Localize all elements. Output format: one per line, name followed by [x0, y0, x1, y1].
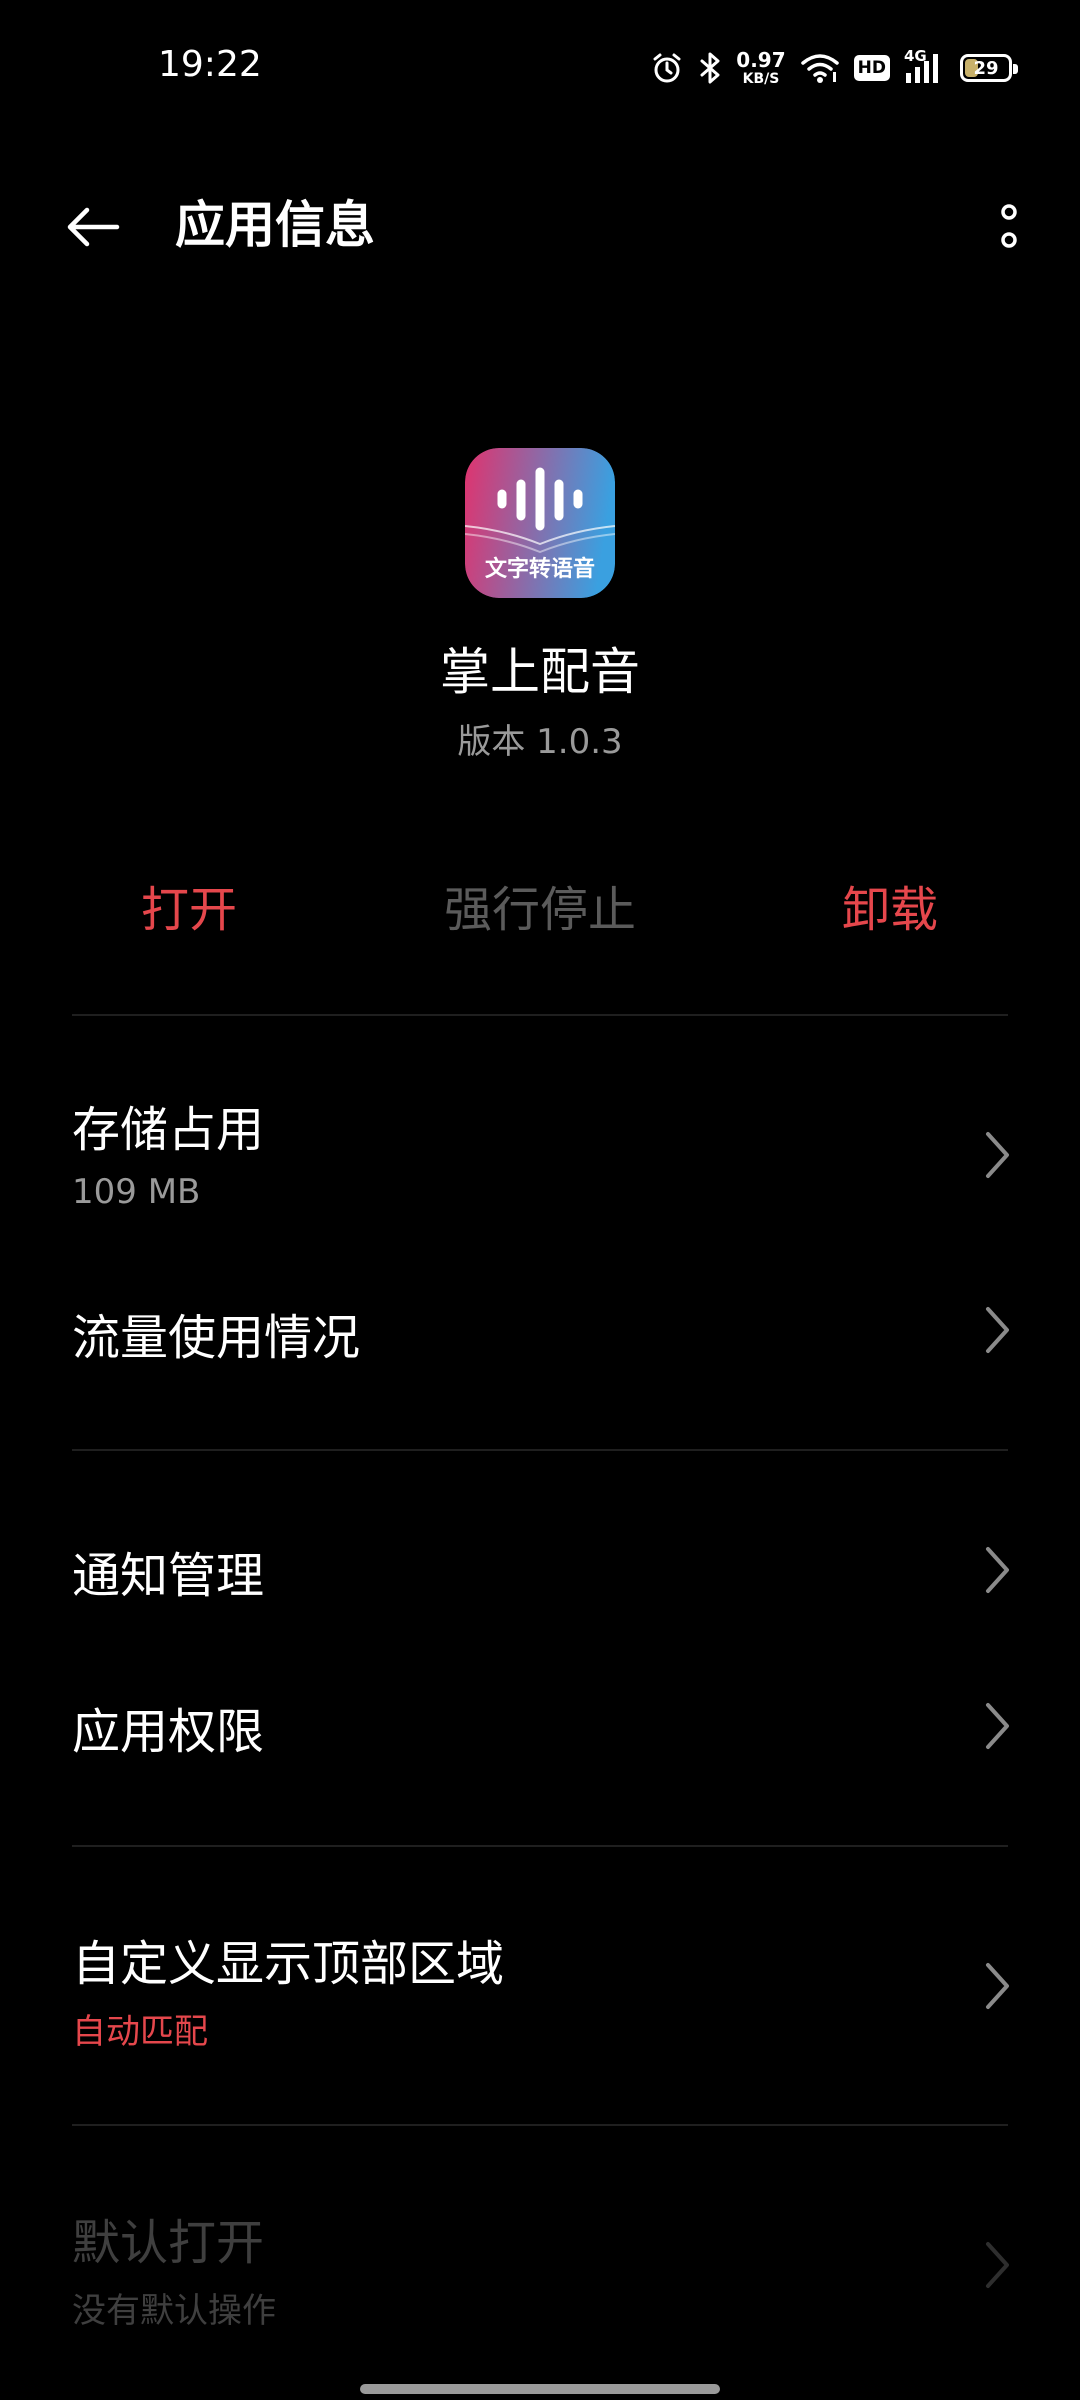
data-usage-title: 流量使用情况 — [72, 1310, 361, 1366]
divider — [72, 1449, 1008, 1451]
app-icon-caption: 文字转语音 — [485, 556, 595, 582]
display-area-title: 自定义显示顶部区域 — [72, 1936, 505, 1992]
more-options-button[interactable] — [974, 192, 1044, 262]
force-stop-button[interactable]: 强行停止 — [420, 870, 660, 950]
default-open-row[interactable]: 默认打开 没有默认操作 — [0, 2203, 1080, 2343]
status-bar: 19:22 0.97 KB/S HD 4G 29 — [0, 0, 1080, 140]
permissions-row[interactable]: 应用权限 — [0, 1686, 1080, 1766]
status-time: 19:22 — [158, 44, 262, 85]
home-indicator[interactable] — [360, 2384, 720, 2394]
net-speed: 0.97 KB/S — [736, 50, 785, 86]
bluetooth-icon — [698, 51, 722, 85]
chevron-right-icon — [986, 1963, 1009, 2009]
default-open-value: 没有默认操作 — [72, 2291, 276, 2331]
network-type-label: 4G — [904, 47, 927, 65]
app-bar: 应用信息 — [0, 170, 1080, 280]
uninstall-button[interactable]: 卸载 — [770, 870, 1010, 950]
app-version: 版本 1.0.3 — [457, 722, 623, 762]
chevron-right-icon — [986, 2242, 1009, 2288]
back-arrow-icon — [67, 207, 120, 247]
display-area-row[interactable]: 自定义显示顶部区域 自动匹配 — [0, 1924, 1080, 2064]
storage-value: 109 MB — [72, 1172, 201, 1212]
storage-title: 存储占用 — [72, 1102, 265, 1158]
chevron-right-icon — [986, 1547, 1009, 1593]
permissions-title: 应用权限 — [72, 1704, 265, 1760]
cellular-signal-icon: 4G — [904, 47, 946, 85]
back-button[interactable] — [58, 192, 128, 262]
action-buttons: 打开 强行停止 卸载 — [0, 870, 1080, 950]
status-icons: 0.97 KB/S HD 4G 29 — [650, 47, 1018, 88]
notifications-title: 通知管理 — [72, 1548, 265, 1604]
chevron-right-icon — [986, 1307, 1009, 1353]
divider — [72, 1845, 1008, 1847]
wifi-icon — [800, 52, 840, 84]
hd-icon: HD — [853, 55, 890, 81]
more-vertical-icon — [1001, 204, 1017, 248]
open-button[interactable]: 打开 — [69, 870, 309, 950]
page-title: 应用信息 — [175, 196, 375, 254]
app-name: 掌上配音 — [440, 643, 640, 701]
default-open-title: 默认打开 — [72, 2215, 265, 2271]
storage-row[interactable]: 存储占用 109 MB — [0, 1090, 1080, 1230]
divider — [72, 2124, 1008, 2126]
battery-icon: 29 — [960, 54, 1018, 82]
app-icon: 文字转语音 — [465, 448, 615, 598]
net-speed-unit: KB/S — [742, 71, 780, 87]
display-area-value: 自动匹配 — [72, 2012, 208, 2052]
data-usage-row[interactable]: 流量使用情况 — [0, 1290, 1080, 1380]
divider — [72, 1014, 1008, 1016]
battery-percent: 29 — [973, 57, 999, 79]
notifications-row[interactable]: 通知管理 — [0, 1530, 1080, 1610]
net-speed-value: 0.97 — [736, 48, 786, 72]
app-header: 文字转语音 掌上配音 版本 1.0.3 — [0, 448, 1080, 763]
chevron-right-icon — [986, 1132, 1009, 1178]
chevron-right-icon — [986, 1703, 1009, 1749]
alarm-icon — [650, 51, 684, 85]
